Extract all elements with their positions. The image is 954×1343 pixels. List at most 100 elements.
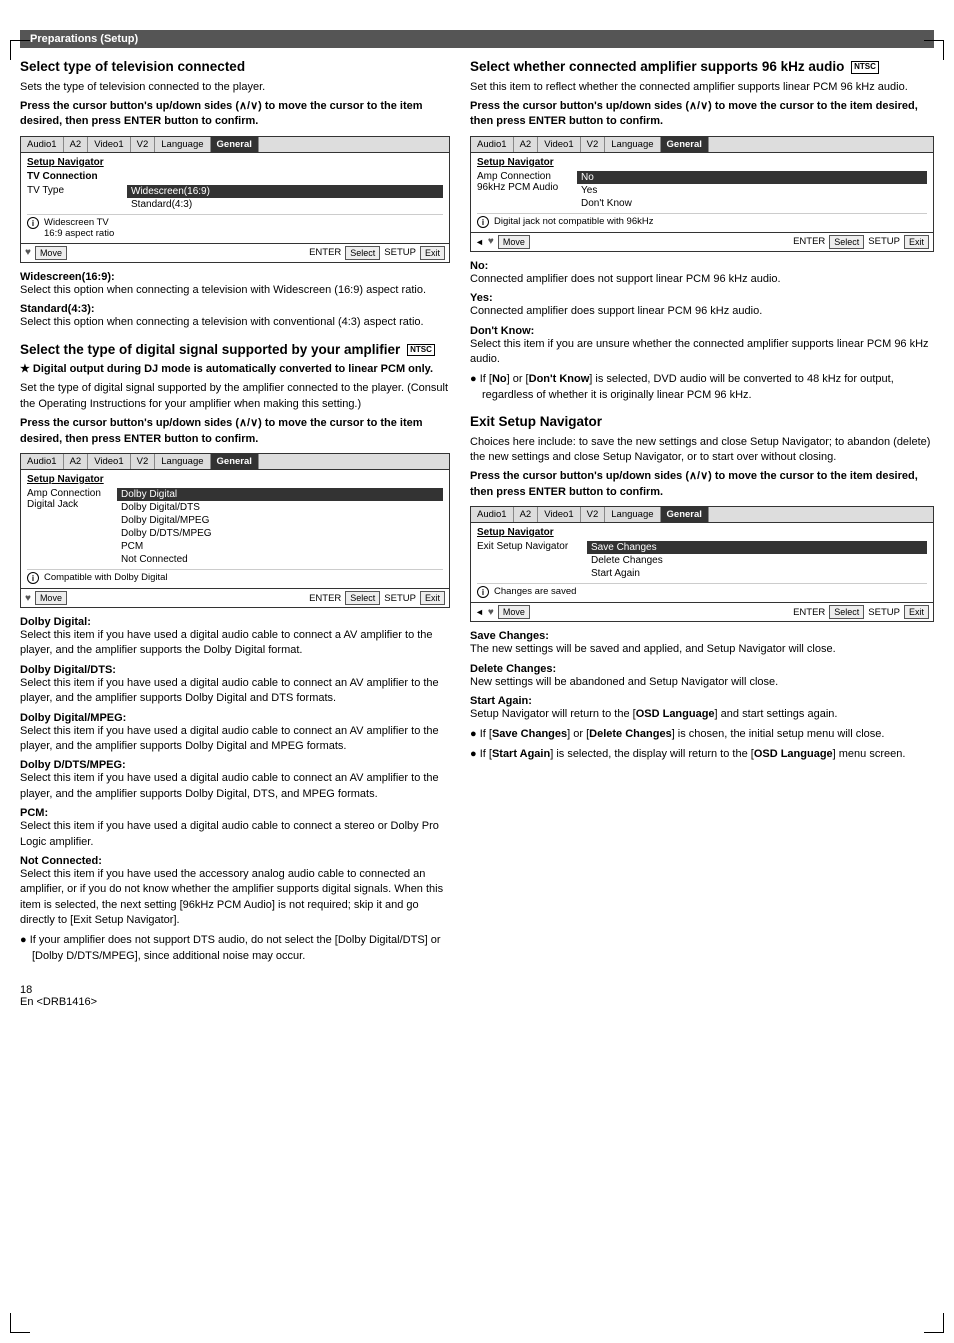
left-arrow-4: ◄ xyxy=(475,607,484,617)
page-number: 18 xyxy=(20,984,32,996)
tab3-audio1: Audio1 xyxy=(471,137,514,152)
section2-intro: Set the type of digital signal supported… xyxy=(20,381,450,412)
ctrl-exit-3: Exit xyxy=(904,235,929,249)
ui-controls-digital: ♥ Move ENTER Select SETUP Exit xyxy=(21,588,449,607)
ui-screen-tv: Audio1 A2 Video1 V2 Language General Set… xyxy=(20,136,450,263)
96khz-labels: Amp Connection 96kHz PCM Audio xyxy=(477,171,577,210)
ctrl-setup-3: SETUP xyxy=(868,236,900,247)
ctrl-exit: Exit xyxy=(420,246,445,260)
term-delete-desc: New settings will be abandoned and Setup… xyxy=(470,676,778,688)
term-yes-desc: Connected amplifier does support linear … xyxy=(470,305,762,317)
term-save-desc: The new settings will be saved and appli… xyxy=(470,643,836,655)
tab4-general: General xyxy=(661,507,709,522)
section4-intro: Choices here include: to save the new se… xyxy=(470,435,934,466)
opt-dolby-dts-mpeg: Dolby D/DTS/MPEG xyxy=(117,527,443,540)
tab4-audio1: Audio1 xyxy=(471,507,514,522)
ctrl-setup-4: SETUP xyxy=(868,607,900,618)
96khz-row: Amp Connection 96kHz PCM Audio No Yes Do… xyxy=(477,171,927,210)
term-dk-title: Don't Know: xyxy=(470,325,534,337)
term-pcm-desc: Select this item if you have used a digi… xyxy=(20,820,439,847)
ctrl-select-3: Select xyxy=(829,235,864,249)
term-no: No: Connected amplifier does not support… xyxy=(470,260,934,287)
ui-body-exit: Setup Navigator Exit Setup Navigator Sav… xyxy=(471,523,933,602)
ui-body-tv: Setup Navigator TV Connection TV Type Wi… xyxy=(21,153,449,243)
term-start-desc: Setup Navigator will return to the [OSD … xyxy=(470,708,837,720)
page-code: En <DRB1416> xyxy=(20,996,97,1008)
term-dts-mpeg-desc: Select this item if you have used a digi… xyxy=(20,772,439,799)
term-dolby-digital: Dolby Digital: Select this item if you h… xyxy=(20,616,450,659)
corner-mark-br xyxy=(924,1313,944,1333)
tv-type-options: Widescreen(16:9) Standard(4:3) xyxy=(127,185,443,211)
term-pcm-title: PCM: xyxy=(20,807,48,819)
exit-options: Save Changes Delete Changes Start Again xyxy=(587,541,927,580)
tv-type-label: TV Type xyxy=(27,185,127,211)
tab-general: General xyxy=(211,137,259,152)
tab2-general: General xyxy=(211,454,259,469)
ctrl-move-4: Move xyxy=(498,605,530,619)
term-dts-title: Dolby Digital/DTS: xyxy=(20,664,116,676)
term-dolby-dts: Dolby Digital/DTS: Select this item if y… xyxy=(20,664,450,707)
term-mpeg-title: Dolby Digital/MPEG: xyxy=(20,712,126,724)
term-mpeg-desc: Select this item if you have used a digi… xyxy=(20,725,439,752)
left-column: Select type of television connected Sets… xyxy=(20,58,450,974)
opt-no: No xyxy=(577,171,927,184)
ui-tabs-tv: Audio1 A2 Video1 V2 Language General xyxy=(21,137,449,153)
amp-conn-text: Amp Connection xyxy=(27,488,117,499)
heart-icon-4: ♥ xyxy=(488,607,494,618)
exit-ui-info: i Changes are saved xyxy=(477,583,927,598)
corner-mark-bl xyxy=(10,1313,30,1333)
header-bar: Preparations (Setup) xyxy=(20,30,934,48)
ctrl-setup-2: SETUP xyxy=(384,593,416,604)
heart-icon-2: ♥ xyxy=(25,593,31,604)
info-icon-2: i xyxy=(27,572,39,584)
term-standard-title: Standard(4:3): xyxy=(20,303,95,315)
tab2-a2: A2 xyxy=(64,454,89,469)
term-dolby-mpeg: Dolby Digital/MPEG: Select this item if … xyxy=(20,712,450,755)
section2-title: Select the type of digital signal suppor… xyxy=(20,341,450,359)
ui-body-digital: Setup Navigator Amp Connection Digital J… xyxy=(21,470,449,588)
digital-info-text: Compatible with Dolby Digital xyxy=(44,572,168,583)
tab-video1: Video1 xyxy=(88,137,130,152)
ui-screen-exit: Audio1 A2 Video1 V2 Language General Set… xyxy=(470,506,934,622)
exit-info-text: Changes are saved xyxy=(494,586,576,597)
tv-connection-label: TV Connection xyxy=(27,171,443,182)
ui-screen-digital: Audio1 A2 Video1 V2 Language General Set… xyxy=(20,453,450,608)
ui-body-96khz: Setup Navigator Amp Connection 96kHz PCM… xyxy=(471,153,933,232)
digital-jack-label: Digital Jack xyxy=(27,499,117,510)
exit-row: Exit Setup Navigator Save Changes Delete… xyxy=(477,541,927,580)
term-start-title: Start Again: xyxy=(470,695,532,707)
term-dolby-dts-mpeg: Dolby D/DTS/MPEG: Select this item if yo… xyxy=(20,759,450,802)
page-footer: 18 En <DRB1416> xyxy=(20,984,934,1008)
ctrl-enter-2: ENTER xyxy=(309,593,341,604)
section-exit-setup: Exit Setup Navigator Choices here includ… xyxy=(470,413,934,762)
term-dd-desc: Select this item if you have used a digi… xyxy=(20,629,433,656)
ui-controls-exit: ◄ ♥ Move ENTER Select SETUP Exit xyxy=(471,602,933,621)
heart-icon-3: ♥ xyxy=(488,236,494,247)
ui-tabs-exit: Audio1 A2 Video1 V2 Language General xyxy=(471,507,933,523)
term-yes: Yes: Connected amplifier does support li… xyxy=(470,292,934,319)
tab2-v2: V2 xyxy=(131,454,156,469)
header-title: Preparations (Setup) xyxy=(30,33,138,45)
ui-setup-label4: Setup Navigator xyxy=(477,527,927,538)
bullet-start-again: ● If [Start Again] is selected, the disp… xyxy=(470,747,934,762)
term-no-title: No: xyxy=(470,260,488,272)
exit-label: Exit Setup Navigator xyxy=(477,541,587,580)
ctrl-enter-4: ENTER xyxy=(793,607,825,618)
tab4-v2: V2 xyxy=(581,507,606,522)
term-delete-changes: Delete Changes: New settings will be aba… xyxy=(470,663,934,690)
ui-screen-96khz: Audio1 A2 Video1 V2 Language General Set… xyxy=(470,136,934,252)
opt-dontknow: Don't Know xyxy=(577,197,927,210)
ui-setup-label2: Setup Navigator xyxy=(27,474,443,485)
digital-ui-info: i Compatible with Dolby Digital xyxy=(27,569,443,584)
section3-title: Select whether connected amplifier suppo… xyxy=(470,58,934,76)
tab4-video1: Video1 xyxy=(538,507,580,522)
right-column: Select whether connected amplifier suppo… xyxy=(470,58,934,974)
ctrl-select-4: Select xyxy=(829,605,864,619)
option-widescreen: Widescreen(16:9) xyxy=(127,185,443,198)
tab-audio1: Audio1 xyxy=(21,137,64,152)
opt-pcm: PCM xyxy=(117,540,443,553)
term-widescreen-desc: Select this option when connecting a tel… xyxy=(20,284,426,296)
section-tv-connection: Select type of television connected Sets… xyxy=(20,58,450,331)
ntsc-badge-3: NTSC xyxy=(851,61,879,73)
bullet-dts-warning: ● If your amplifier does not support DTS… xyxy=(20,933,450,964)
